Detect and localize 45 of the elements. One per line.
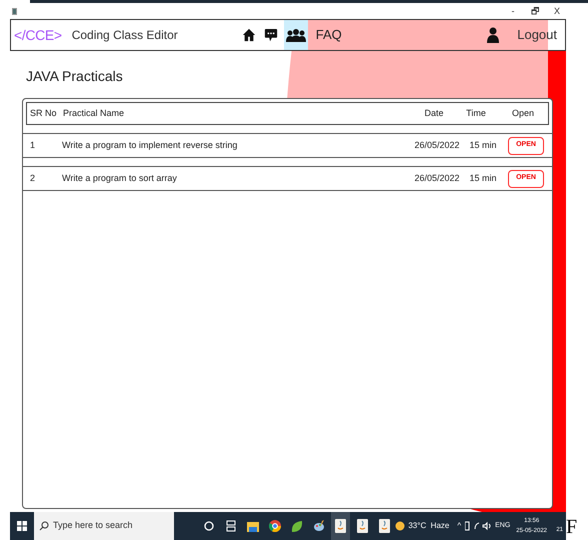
app-document-icon	[357, 519, 368, 533]
app-icon	[12, 8, 17, 14]
windows-start-icon	[17, 521, 27, 531]
table-cell-text: 15 min	[468, 172, 498, 185]
search-field[interactable]: Type here to search	[34, 512, 174, 540]
table-cell-text: 2	[29, 172, 36, 185]
column-header: Date	[423, 106, 444, 120]
logo: </CCE>	[14, 26, 62, 44]
app-title: Coding Class Editor	[72, 27, 178, 44]
leaf-icon	[290, 520, 302, 532]
palette-icon	[312, 520, 324, 532]
page-heading: JAVA Practicals	[26, 67, 124, 86]
nav-button[interactable]	[284, 20, 308, 50]
window-control[interactable]: X	[552, 6, 562, 16]
search-input[interactable]: Type here to search	[53, 519, 163, 533]
tray-caret[interactable]: ^	[457, 520, 462, 532]
nav-link[interactable]: FAQ	[312, 20, 346, 50]
home-icon	[242, 28, 256, 42]
browser-icon	[268, 520, 280, 532]
group-icon	[286, 28, 306, 42]
chat-icon	[264, 28, 278, 42]
weather-sun-icon	[395, 521, 406, 531]
table-cell-text: 26/05/2022	[413, 172, 461, 185]
stray-letter: F	[566, 515, 578, 540]
task-view-icon	[226, 520, 236, 532]
column-header: Practical Name	[62, 106, 126, 120]
column-header: SR No	[29, 106, 58, 120]
table-cell-text: 26/05/2022	[413, 138, 461, 152]
app-document-icon	[379, 519, 390, 533]
table-cell-text: Write a program to implement reverse string	[61, 138, 238, 152]
table-cell-text: Write a program to sort array	[61, 172, 178, 185]
column-header: Time	[465, 106, 487, 120]
taskbar-app-button[interactable]	[331, 512, 350, 540]
app-document-icon	[335, 519, 346, 533]
logout-link[interactable]: Logout	[517, 25, 557, 45]
user-icon	[487, 27, 500, 43]
search-icon	[39, 521, 49, 531]
folder-icon	[246, 520, 258, 532]
table-cell-text: 1	[29, 138, 36, 152]
weather-text: 33°C Haze	[408, 520, 450, 532]
window-control[interactable]: 🗗	[530, 6, 540, 16]
window-control[interactable]: -	[508, 6, 518, 16]
column-header: Open	[510, 106, 536, 120]
circle-icon	[204, 521, 214, 531]
table-cell-text: 15 min	[468, 138, 498, 152]
